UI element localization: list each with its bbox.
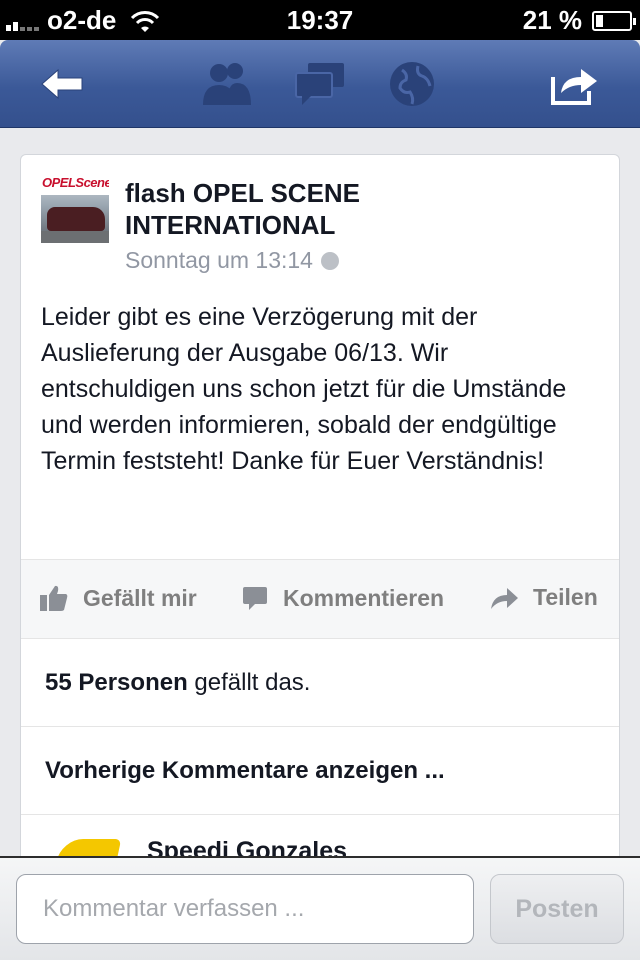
messages-button[interactable] bbox=[292, 58, 348, 110]
friend-requests-button[interactable] bbox=[198, 58, 254, 110]
like-label: Gefällt mir bbox=[83, 584, 197, 611]
share-label: Teilen bbox=[533, 584, 598, 610]
comment-button[interactable]: Kommentieren bbox=[241, 584, 444, 612]
share-icon bbox=[551, 69, 597, 105]
timestamp-text: Sonntag um 13:14 bbox=[125, 247, 313, 273]
battery-percent: 21 % bbox=[522, 5, 582, 35]
friends-icon bbox=[203, 63, 251, 105]
page-name-link[interactable]: flash OPEL SCENE INTERNATIONAL bbox=[125, 177, 505, 241]
public-globe-icon bbox=[320, 251, 339, 270]
back-arrow-icon bbox=[41, 68, 83, 100]
thumbs-up-icon bbox=[40, 585, 68, 611]
comment-composer: Posten bbox=[0, 856, 640, 960]
battery-status: 21 % bbox=[522, 5, 636, 36]
photo-ground bbox=[41, 231, 109, 243]
comment-input[interactable] bbox=[16, 874, 474, 944]
likes-suffix: gefällt das. bbox=[187, 669, 311, 696]
page-avatar[interactable]: OPELScene bbox=[41, 175, 109, 243]
like-button[interactable]: Gefällt mir bbox=[39, 584, 197, 612]
back-button[interactable] bbox=[34, 58, 90, 110]
likes-summary[interactable]: 55 Personen gefällt das. bbox=[21, 639, 619, 727]
opel-scene-logo: OPELScene bbox=[41, 175, 109, 195]
globe-icon bbox=[390, 62, 434, 106]
share-button[interactable] bbox=[546, 58, 602, 110]
post-body: Leider gibt es eine Verzögerung mit der … bbox=[41, 303, 567, 475]
post-button[interactable]: Posten bbox=[490, 874, 624, 944]
comment-label: Kommentieren bbox=[283, 584, 445, 611]
likes-count: 55 Personen bbox=[45, 669, 188, 696]
post-card: OPELScene flash OPEL SCENE INTERNATIONAL… bbox=[20, 154, 620, 874]
messages-icon bbox=[295, 63, 344, 105]
comment-bubble-icon bbox=[243, 587, 267, 610]
car-image bbox=[47, 207, 105, 231]
nav-bar bbox=[0, 40, 640, 128]
share-arrow-icon bbox=[491, 587, 518, 609]
action-bar: Gefällt mir Kommentieren Teilen bbox=[21, 559, 619, 639]
battery-icon bbox=[592, 10, 636, 31]
notifications-button[interactable] bbox=[384, 58, 440, 110]
status-bar: o2-de 19:37 21 % bbox=[0, 0, 640, 40]
share-post-button[interactable]: Teilen bbox=[489, 584, 598, 611]
post-timestamp[interactable]: Sonntag um 13:14 bbox=[125, 247, 339, 274]
show-previous-comments[interactable]: Vorherige Kommentare anzeigen ... bbox=[21, 727, 619, 815]
